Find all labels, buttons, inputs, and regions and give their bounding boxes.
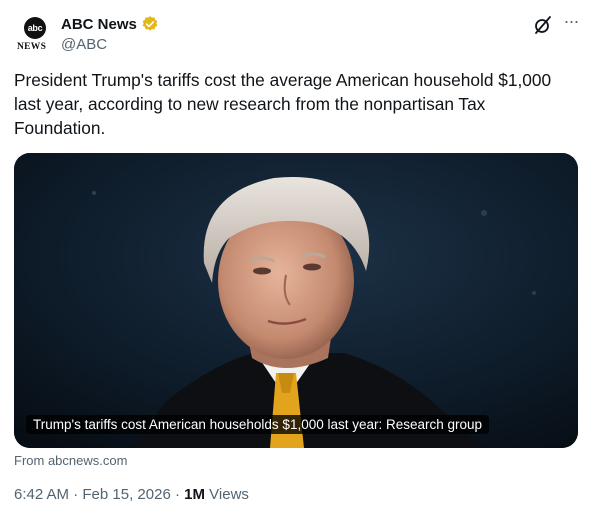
verified-badge-icon bbox=[141, 15, 159, 33]
views-label: Views bbox=[209, 486, 249, 503]
author-name[interactable]: ABC News bbox=[61, 16, 137, 33]
abc-logo-sub: NEWS bbox=[17, 42, 47, 52]
link-card-caption[interactable]: Trump's tariffs cost American households… bbox=[26, 415, 490, 434]
more-icon[interactable]: ··· bbox=[560, 12, 582, 34]
avatar[interactable]: abc NEWS bbox=[14, 14, 54, 54]
meta-separator: · bbox=[174, 486, 180, 503]
views-count: 1M bbox=[184, 486, 205, 503]
link-source[interactable]: From abcnews.com bbox=[14, 453, 127, 468]
tweet-time[interactable]: 6:42 AM bbox=[14, 486, 69, 503]
tweet-meta: 6:42 AM · Feb 15, 2026 · 1M Views bbox=[14, 486, 249, 503]
meta-separator: · bbox=[73, 486, 79, 503]
tweet-date[interactable]: Feb 15, 2026 bbox=[82, 486, 170, 503]
grok-icon[interactable] bbox=[532, 14, 554, 36]
author-name-row: ABC News bbox=[61, 14, 159, 34]
abc-logo: abc bbox=[24, 17, 46, 39]
author-handle[interactable]: @ABC bbox=[61, 36, 107, 53]
photo-illustration bbox=[14, 153, 578, 448]
link-card-image[interactable] bbox=[14, 153, 578, 448]
tweet-text: President Trump's tariffs cost the avera… bbox=[14, 70, 552, 138]
